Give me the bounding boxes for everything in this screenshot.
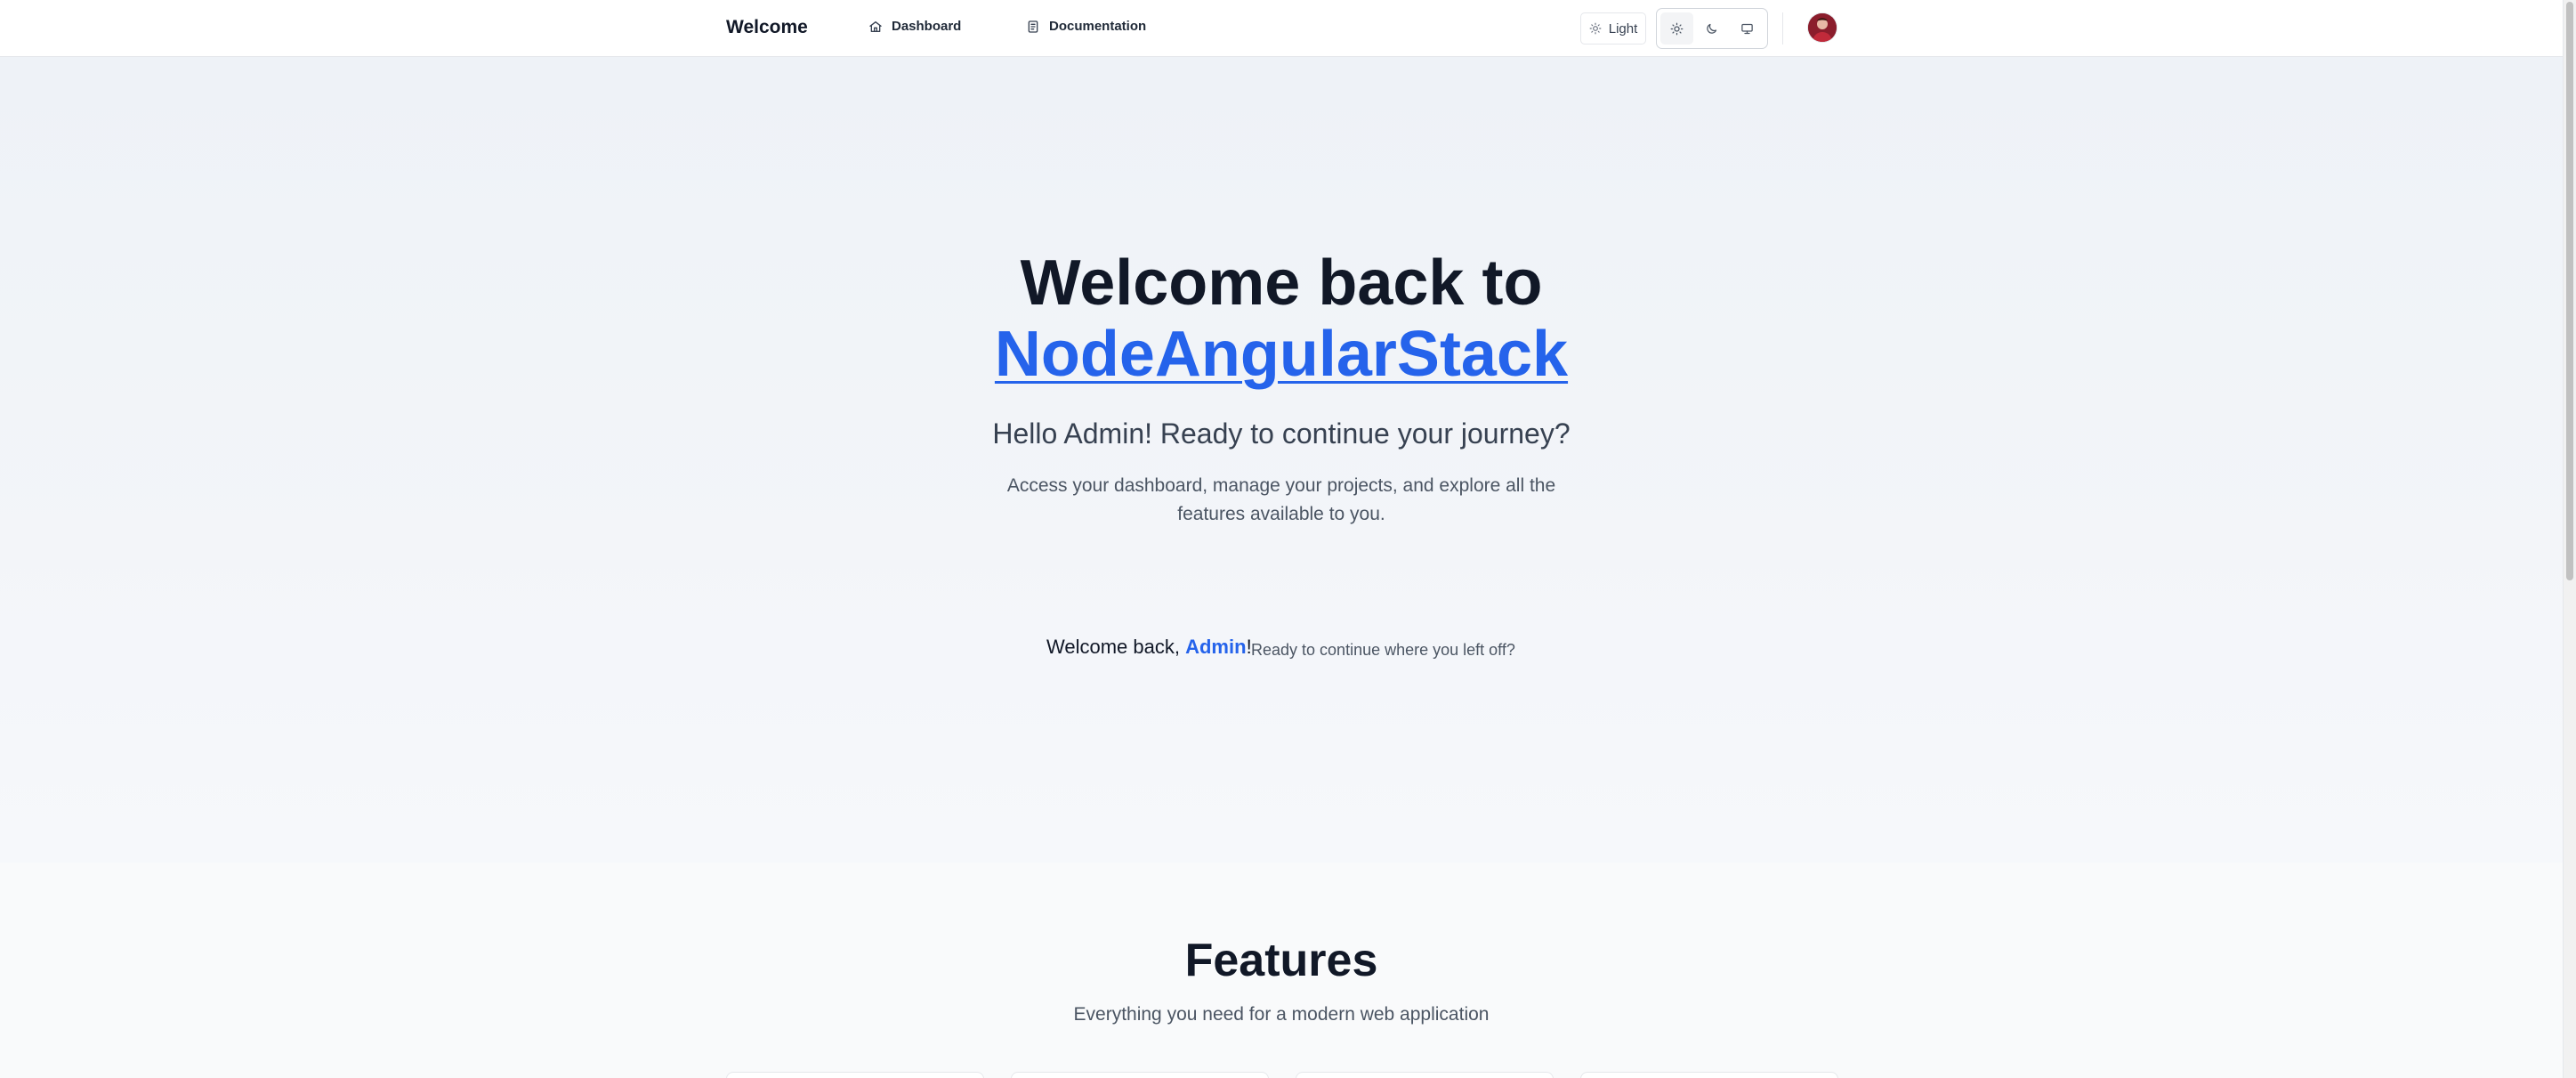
welcome-back-message: Welcome back, Admin!	[1046, 636, 1252, 659]
hero-title-line1: Welcome back to	[1020, 247, 1543, 319]
scrollbar-thumb[interactable]	[2566, 2, 2573, 580]
welcome-user-name: Admin	[1185, 636, 1247, 658]
nav-documentation-label: Documentation	[1049, 19, 1147, 34]
sun-icon	[1670, 22, 1684, 35]
hero-description: Access your dashboard, manage your proje…	[1006, 475, 1556, 524]
features-section: Features Everything you need for a moder…	[0, 863, 2563, 1078]
theme-selector	[1656, 8, 1768, 49]
document-icon	[1028, 20, 1038, 33]
top-navbar: Welcome Dashboard Documentation Light	[0, 0, 2563, 57]
welcome-hint-text: Ready to continue where you left off?	[1251, 641, 1515, 659]
user-avatar[interactable]	[1808, 13, 1837, 42]
nav-documentation-link[interactable]: Documentation	[1026, 19, 1146, 34]
monitor-icon	[1741, 23, 1753, 34]
home-icon	[869, 20, 882, 32]
nav-dashboard-link[interactable]: Dashboard	[868, 19, 961, 34]
feature-card	[1296, 1072, 1554, 1078]
hero-title: Welcome back to NodeAngularStack	[0, 247, 2563, 390]
theme-dark-option[interactable]	[1695, 12, 1728, 45]
features-heading: Features	[1184, 935, 1378, 986]
sun-icon	[1589, 22, 1602, 35]
welcome-prefix: Welcome back,	[1046, 636, 1186, 658]
nav-dashboard-label: Dashboard	[892, 19, 962, 34]
feature-card	[1580, 1072, 1838, 1078]
theme-system-option[interactable]	[1731, 12, 1764, 45]
hero-section: Welcome back to NodeAngularStack Hello A…	[0, 57, 2563, 863]
moon-icon	[1707, 23, 1717, 34]
header-divider	[1782, 12, 1783, 45]
theme-toggle-label: Light	[1608, 20, 1638, 36]
page-scrollbar[interactable]	[2563, 0, 2576, 1078]
feature-card	[726, 1072, 984, 1078]
hero-subtitle: Hello Admin! Ready to continue your jour…	[992, 417, 1571, 450]
avatar-image	[1808, 13, 1837, 42]
theme-light-option[interactable]	[1660, 12, 1694, 45]
brand-title[interactable]: Welcome	[726, 17, 808, 38]
features-subtitle: Everything you need for a modern web app…	[1073, 1004, 1490, 1025]
hero-title-brand: NodeAngularStack	[994, 319, 1569, 390]
theme-toggle-button[interactable]: Light	[1580, 12, 1646, 45]
feature-card	[1011, 1072, 1269, 1078]
